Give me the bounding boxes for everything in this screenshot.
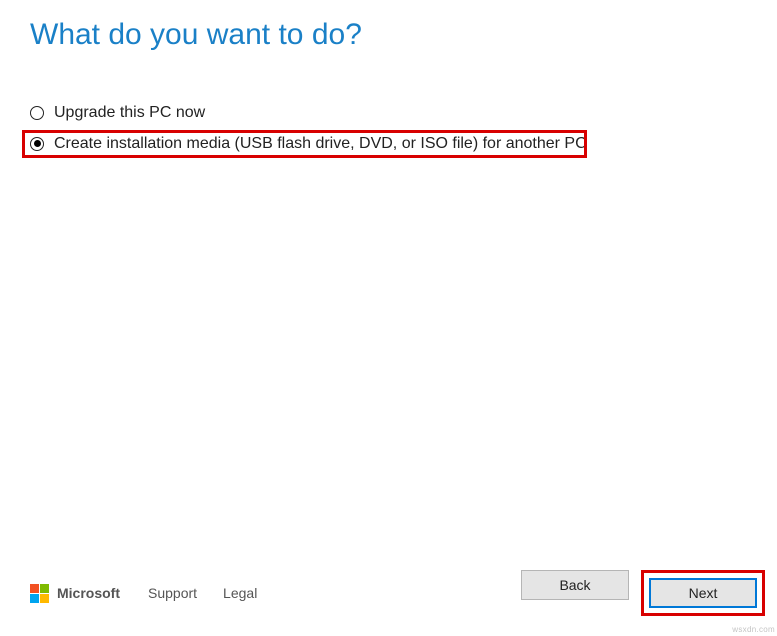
footer: Microsoft Support Legal Back Next <box>30 570 765 616</box>
microsoft-logo-icon <box>30 584 49 603</box>
option-create-media[interactable]: Create installation media (USB flash dri… <box>30 135 587 153</box>
back-button[interactable]: Back <box>521 570 629 600</box>
button-bar: Back Next <box>521 570 765 616</box>
support-link[interactable]: Support <box>148 585 197 601</box>
option-upgrade-label: Upgrade this PC now <box>54 104 205 122</box>
option-upgrade[interactable]: Upgrade this PC now <box>30 104 777 122</box>
brand-label: Microsoft <box>57 585 120 601</box>
watermark: wsxdn.com <box>732 625 775 634</box>
option-create-media-label: Create installation media (USB flash dri… <box>54 135 587 153</box>
page-title: What do you want to do? <box>0 0 777 52</box>
next-button-highlight: Next <box>641 570 765 616</box>
radio-icon <box>30 106 44 120</box>
radio-icon <box>30 137 44 151</box>
options-group: Upgrade this PC now Create installation … <box>0 52 777 165</box>
next-button[interactable]: Next <box>649 578 757 608</box>
legal-link[interactable]: Legal <box>223 585 257 601</box>
